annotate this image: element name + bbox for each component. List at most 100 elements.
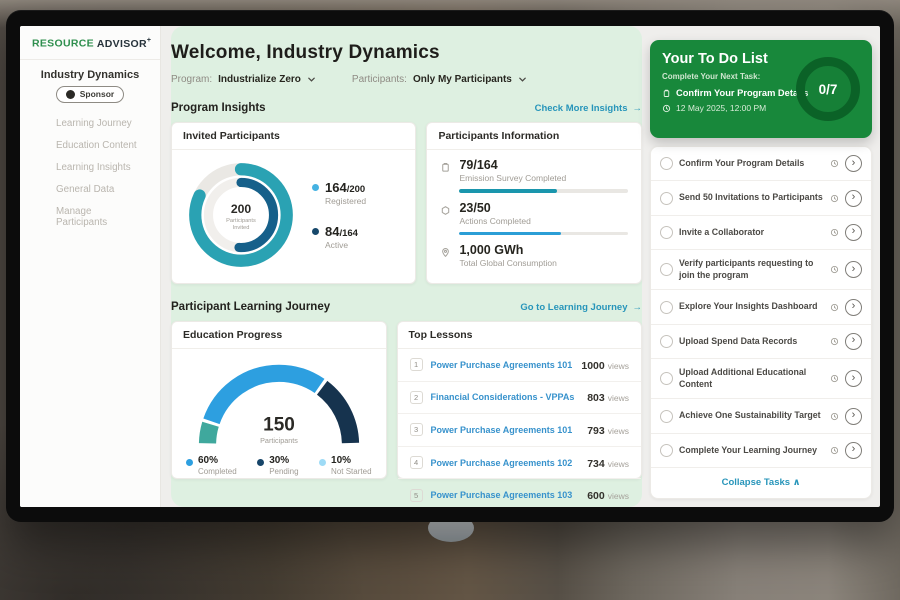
lesson-views: 600 — [587, 490, 605, 502]
task-open-button[interactable]: › — [845, 261, 862, 278]
legend-completed: 60% Completed — [186, 455, 237, 476]
check-more-insights-link[interactable]: Check More Insights → — [535, 103, 642, 114]
todo-task-row-8[interactable]: Achieve One Sustainability Target › — [651, 399, 871, 433]
views-label: views — [608, 426, 629, 436]
lesson-link[interactable]: Power Purchase Agreements 102 — [431, 458, 580, 468]
lesson-row-2[interactable]: 2 Financial Considerations - VPPAs 803vi… — [398, 382, 641, 415]
lesson-row-3[interactable]: 3 Power Purchase Agreements 101 793views — [398, 414, 641, 447]
views-label: views — [608, 459, 629, 469]
legend-dot — [312, 228, 319, 235]
todo-task-row-7[interactable]: Upload Additional Educational Content › — [651, 359, 871, 399]
task-open-button[interactable]: › — [845, 442, 862, 459]
todo-task-row-4[interactable]: Verify participants requesting to join t… — [651, 250, 871, 290]
legend-denominator: /200 — [347, 184, 366, 195]
task-label: Complete Your Learning Journey — [679, 445, 824, 456]
views-label: views — [608, 361, 629, 371]
task-checkbox[interactable] — [660, 192, 673, 205]
lesson-row-4[interactable]: 4 Power Purchase Agreements 102 734views — [398, 447, 641, 480]
task-open-button[interactable]: › — [845, 333, 862, 350]
lesson-link[interactable]: Power Purchase Agreements 101 — [431, 360, 574, 370]
task-open-button[interactable]: › — [845, 224, 862, 241]
program-filter[interactable]: Program: Industrialize Zero — [171, 74, 316, 85]
sidebar-item-learning-insights[interactable]: Learning Insights — [26, 157, 154, 179]
todo-task-row-5[interactable]: Explore Your Insights Dashboard › — [651, 290, 871, 324]
stat-value: 1,000 GWh — [459, 243, 628, 257]
lesson-rank: 3 — [410, 423, 423, 436]
clock-icon — [830, 303, 839, 312]
sidebar-item-manage-participants[interactable]: Manage Participants — [26, 201, 154, 234]
task-open-button[interactable]: › — [845, 299, 862, 316]
todo-task-row-6[interactable]: Upload Spend Data Records › — [651, 325, 871, 359]
lesson-rank: 1 — [410, 358, 423, 371]
todo-task-row-3[interactable]: Invite a Collaborator › — [651, 216, 871, 250]
chevron-down-icon — [307, 75, 316, 84]
sidebar-item-learning-journey[interactable]: Learning Journey — [26, 113, 154, 135]
sidebar-item-general-data[interactable]: General Data — [26, 179, 154, 201]
legend-label: Not Started — [331, 467, 371, 476]
task-open-button[interactable]: › — [845, 190, 862, 207]
stat-label: Total Global Consumption — [459, 258, 628, 268]
task-checkbox[interactable] — [660, 444, 673, 457]
brand-logo: RESOURCEADVISOR+ — [20, 26, 160, 60]
task-open-button[interactable]: › — [845, 155, 862, 172]
lesson-row-5[interactable]: 5 Power Purchase Agreements 103 600views — [398, 479, 641, 507]
lesson-rank: 5 — [410, 489, 423, 502]
lesson-link[interactable]: Financial Considerations - VPPAs — [431, 392, 580, 402]
participants-filter-value: Only My Participants — [413, 74, 512, 85]
legend-value: 84 — [325, 224, 339, 239]
legend-denominator: /164 — [339, 228, 358, 239]
donut-legend: 164/200 Registered 84/164 Active — [312, 180, 366, 250]
sponsor-badge[interactable]: Sponsor — [56, 86, 124, 103]
card-title: Participants Information — [427, 123, 641, 150]
todo-task-row-2[interactable]: Send 50 Invitations to Participants › — [651, 181, 871, 215]
filters-row: Program: Industrialize Zero Participants… — [171, 74, 642, 85]
clock-icon — [830, 265, 839, 274]
task-checkbox[interactable] — [660, 301, 673, 314]
todo-datetime-label: 12 May 2025, 12:00 PM — [676, 103, 766, 113]
todo-task-row-9[interactable]: Complete Your Learning Journey › — [651, 434, 871, 468]
clipboard-icon — [662, 89, 671, 98]
photo-background: RESOURCEADVISOR+ Industry Dynamics Spons… — [0, 0, 900, 600]
link-label: Check More Insights — [535, 103, 628, 114]
task-label: Confirm Your Program Details — [679, 158, 824, 169]
task-label: Upload Spend Data Records — [679, 336, 824, 347]
task-open-button[interactable]: › — [845, 408, 862, 425]
task-checkbox[interactable] — [660, 157, 673, 170]
task-open-button[interactable]: › — [845, 370, 862, 387]
page-title: Welcome, Industry Dynamics — [171, 42, 642, 64]
task-checkbox[interactable] — [660, 410, 673, 423]
stat-actions-completed: 23/50 Actions Completed — [427, 193, 641, 236]
stat-bar-fill-1 — [459, 232, 560, 236]
task-label: Explore Your Insights Dashboard — [679, 301, 824, 312]
lesson-link[interactable]: Power Purchase Agreements 103 — [431, 490, 580, 500]
sidebar-nav: Home Insights Education Learning Journey — [20, 113, 160, 234]
clock-icon — [662, 104, 671, 113]
learning-journey-cards: Education Progress 150 Participants — [171, 321, 642, 479]
task-checkbox[interactable] — [660, 372, 673, 385]
chevron-up-icon: ∧ — [793, 477, 801, 488]
brand-secondary: ADVISOR — [97, 38, 147, 50]
lesson-row-1[interactable]: 1 Power Purchase Agreements 101 1000 view… — [398, 349, 641, 382]
task-checkbox[interactable] — [660, 335, 673, 348]
todo-task-row-1[interactable]: Confirm Your Program Details › — [651, 147, 871, 181]
todo-next-task-label: Confirm Your Program Details — [676, 88, 808, 98]
stat-value: 79/164 — [459, 158, 628, 172]
go-to-learning-journey-link[interactable]: Go to Learning Journey → — [520, 302, 642, 313]
views-label: views — [608, 491, 629, 501]
chevron-down-icon — [518, 75, 527, 84]
task-checkbox[interactable] — [660, 263, 673, 276]
lesson-views: 1000 — [581, 360, 604, 372]
clock-icon — [830, 374, 839, 383]
lesson-link[interactable]: Power Purchase Agreements 101 — [431, 425, 580, 435]
participants-filter[interactable]: Participants: Only My Participants — [352, 74, 527, 85]
legend-label: Registered — [325, 196, 366, 206]
legend-dot — [312, 184, 319, 191]
legend-dot — [186, 459, 193, 466]
donut-center-value: 200 — [231, 202, 252, 216]
donut-center-label: Invited — [233, 225, 250, 231]
sidebar-item-education-content[interactable]: Education Content — [26, 135, 154, 157]
dashboard-screen: RESOURCEADVISOR+ Industry Dynamics Spons… — [20, 26, 880, 507]
task-checkbox[interactable] — [660, 226, 673, 239]
collapse-tasks-link[interactable]: Collapse Tasks ∧ — [651, 468, 871, 498]
program-insights-cards: Invited Participants 200 Participants In… — [171, 122, 642, 284]
